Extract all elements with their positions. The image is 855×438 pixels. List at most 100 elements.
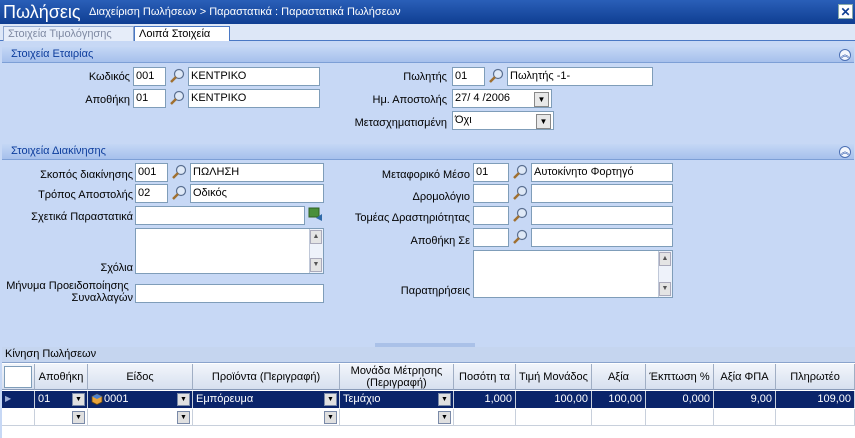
col-header-warehouse[interactable]: Αποθήκη xyxy=(35,364,88,390)
unit-dropdown-icon[interactable]: ▼ xyxy=(438,393,451,406)
window-title: Πωλήσεις xyxy=(3,2,81,22)
cell-payable[interactable]: 109,00 xyxy=(776,391,855,408)
cell-value[interactable]: 100,00 xyxy=(592,391,646,408)
warehouse-search-icon[interactable] xyxy=(168,89,186,108)
close-button[interactable]: ✕ xyxy=(838,4,853,19)
warehouse-dropdown-icon[interactable]: ▼ xyxy=(72,393,85,406)
new-cell-vat[interactable] xyxy=(714,409,776,426)
warehouse-input[interactable]: 01 xyxy=(133,89,166,108)
col-header-discount[interactable]: Έκπτωση % xyxy=(646,364,714,390)
tab-other-details[interactable]: Λοιπά Στοιχεία xyxy=(134,26,230,41)
scroll-down-icon[interactable]: ▼ xyxy=(310,258,322,272)
new-cell-discount[interactable] xyxy=(646,409,714,426)
related-docs-input[interactable] xyxy=(135,206,305,225)
scroll-down-icon[interactable]: ▼ xyxy=(659,282,671,296)
tab-billing-details[interactable]: Στοιχεία Τιμολόγησης xyxy=(3,26,134,41)
seller-search-icon[interactable] xyxy=(487,67,505,86)
new-cell-quantity[interactable] xyxy=(454,409,516,426)
code-search-icon[interactable] xyxy=(168,67,186,86)
shipmethod-search-icon[interactable] xyxy=(170,184,188,203)
code-description[interactable]: ΚΕΝΤΡΙΚΟ xyxy=(188,67,320,86)
route-input[interactable] xyxy=(473,184,509,203)
notes-textarea[interactable]: ▲ ▼ xyxy=(473,250,673,298)
scroll-up-icon[interactable]: ▲ xyxy=(310,230,322,244)
new-cell-product[interactable]: ▼ xyxy=(193,409,340,426)
converted-select[interactable]: Όχι ▼ xyxy=(452,111,554,130)
transport-description[interactable]: Αυτοκίνητο Φορτηγό xyxy=(531,163,673,182)
company-section-title: Στοιχεία Εταιρίας xyxy=(11,48,94,60)
comments-textarea[interactable]: ▲ ▼ xyxy=(135,228,324,274)
new-table-row[interactable]: ▼ ▼ ▼ ▼ xyxy=(2,409,855,426)
col-header-vat[interactable]: Αξία ΦΠΑ xyxy=(714,364,776,390)
cell-discount[interactable]: 0,000 xyxy=(646,391,714,408)
new-cell-item[interactable]: ▼ xyxy=(88,409,193,426)
product-dropdown-icon[interactable]: ▼ xyxy=(324,393,337,406)
new-row-selector[interactable] xyxy=(2,409,35,426)
code-label: Κωδικός xyxy=(88,71,130,83)
col-header-unit[interactable]: Μονάδα Μέτρησης (Περιγραφή) xyxy=(340,364,454,390)
col-header-value[interactable]: Αξία xyxy=(592,364,646,390)
sector-label: Τομέας Δραστηριότητας xyxy=(354,212,470,224)
cell-item[interactable]: 0001 ▼ xyxy=(88,391,193,408)
transport-search-icon[interactable] xyxy=(511,163,529,182)
new-cell-unit[interactable]: ▼ xyxy=(340,409,454,426)
warning-message-input[interactable] xyxy=(135,284,324,303)
route-search-icon[interactable] xyxy=(511,184,529,203)
sector-input[interactable] xyxy=(473,206,509,225)
product-dropdown-icon[interactable]: ▼ xyxy=(324,411,337,424)
cell-quantity[interactable]: 1,000 xyxy=(454,391,516,408)
collapse-movement-icon[interactable]: ︽ xyxy=(839,146,851,158)
dest-warehouse-input[interactable] xyxy=(473,228,509,247)
cell-warehouse[interactable]: 01 ▼ xyxy=(35,391,88,408)
sector-description[interactable] xyxy=(531,206,673,225)
item-dropdown-icon[interactable]: ▼ xyxy=(177,411,190,424)
dest-warehouse-label: Αποθήκη Σε xyxy=(410,235,470,247)
new-cell-value[interactable] xyxy=(592,409,646,426)
warehouse-dropdown-icon[interactable]: ▼ xyxy=(72,411,85,424)
converted-value: Όχι xyxy=(455,114,472,126)
col-header-item[interactable]: Είδος xyxy=(88,364,193,390)
scroll-up-icon[interactable]: ▲ xyxy=(659,252,671,266)
collapse-company-icon[interactable]: ︽ xyxy=(839,49,851,61)
dest-warehouse-description[interactable] xyxy=(531,228,673,247)
code-input[interactable]: 001 xyxy=(133,67,166,86)
item-dropdown-icon[interactable]: ▼ xyxy=(177,393,190,406)
row-selector-header[interactable] xyxy=(2,364,35,390)
ship-date-picker[interactable]: 27/ 4 /2006 ▼ xyxy=(452,89,552,108)
shipmethod-input[interactable]: 02 xyxy=(135,184,168,203)
title-bar: Πωλήσεις Διαχείριση Πωλήσεων > Παραστατι… xyxy=(0,0,855,24)
route-description[interactable] xyxy=(531,184,673,203)
new-cell-warehouse[interactable]: ▼ xyxy=(35,409,88,426)
shipmethod-description[interactable]: Οδικός xyxy=(190,184,324,203)
transport-input[interactable]: 01 xyxy=(473,163,509,182)
seller-description[interactable]: Πωλητής -1- xyxy=(507,67,653,86)
dest-warehouse-search-icon[interactable] xyxy=(511,228,529,247)
purpose-input[interactable]: 001 xyxy=(135,163,168,182)
col-header-payable[interactable]: Πληρωτέο xyxy=(776,364,855,390)
movement-section-header: Στοιχεία Διακίνησης ︽ xyxy=(2,144,854,160)
converted-label: Μετασχηματισμένη xyxy=(354,117,447,129)
new-cell-unit-price[interactable] xyxy=(516,409,592,426)
converted-dropdown-icon[interactable]: ▼ xyxy=(536,114,551,129)
col-header-product[interactable]: Προϊόντα (Περιγραφή) xyxy=(193,364,340,390)
route-label: Δρομολόγιο xyxy=(412,191,470,203)
warehouse-description[interactable]: ΚΕΝΤΡΙΚΟ xyxy=(188,89,320,108)
comments-scrollbar[interactable]: ▲ ▼ xyxy=(309,229,323,273)
unit-dropdown-icon[interactable]: ▼ xyxy=(438,411,451,424)
related-docs-link-icon[interactable] xyxy=(308,206,324,222)
cell-unit-price[interactable]: 100,00 xyxy=(516,391,592,408)
table-row[interactable]: ▶ 01 ▼ 0001 ▼ Εμπόρευμα ▼ Τεμάχιο ▼ 1,00… xyxy=(2,391,855,408)
col-header-quantity[interactable]: Ποσότη τα xyxy=(454,364,516,390)
new-cell-payable[interactable] xyxy=(776,409,855,426)
cell-product[interactable]: Εμπόρευμα ▼ xyxy=(193,391,340,408)
sector-search-icon[interactable] xyxy=(511,206,529,225)
cell-unit[interactable]: Τεμάχιο ▼ xyxy=(340,391,454,408)
col-header-unit-price[interactable]: Τιμή Μονάδος xyxy=(516,364,592,390)
purpose-description[interactable]: ΠΩΛΗΣΗ xyxy=(190,163,324,182)
seller-input[interactable]: 01 xyxy=(452,67,485,86)
warehouse-label: Αποθήκη xyxy=(85,94,130,106)
notes-scrollbar[interactable]: ▲ ▼ xyxy=(658,251,672,297)
ship-date-dropdown-icon[interactable]: ▼ xyxy=(534,92,549,107)
cell-vat[interactable]: 9,00 xyxy=(714,391,776,408)
purpose-search-icon[interactable] xyxy=(170,163,188,182)
